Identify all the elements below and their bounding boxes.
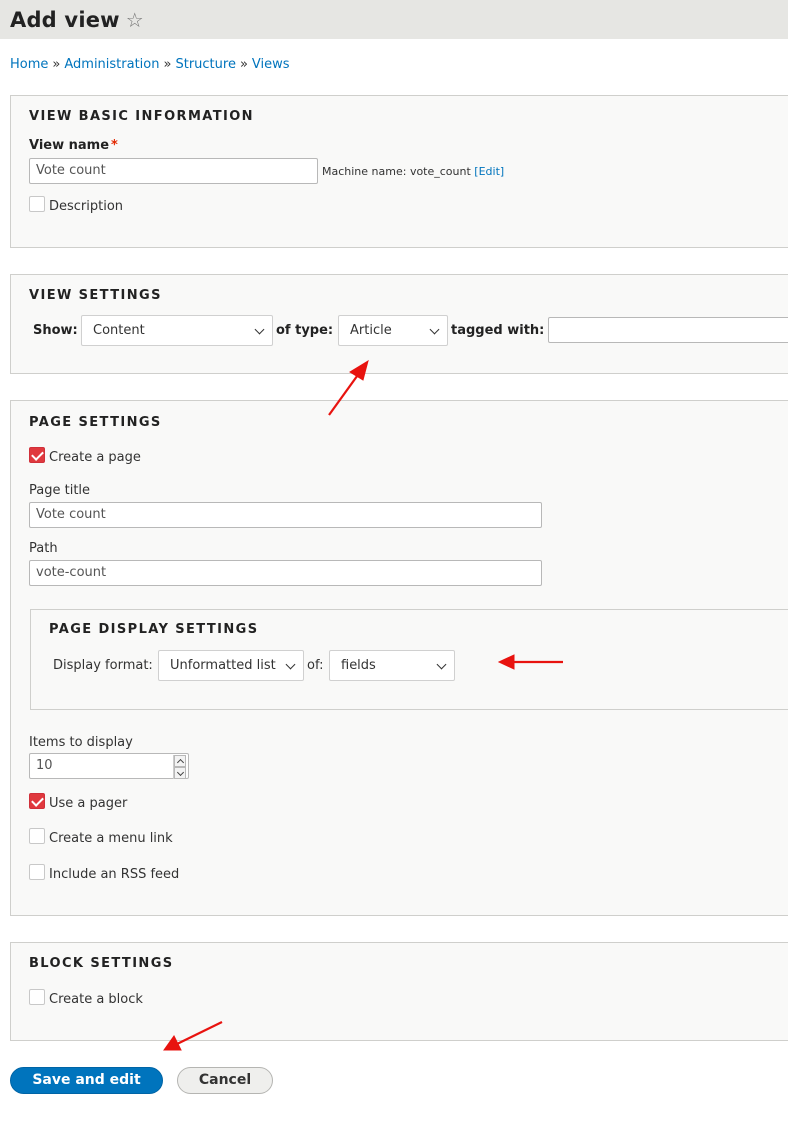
display-format-select[interactable]: Unformatted list [158, 650, 304, 681]
use-pager-label: Use a pager [49, 796, 128, 811]
required-marker: * [111, 138, 118, 153]
display-format-label: Display format: [53, 658, 153, 673]
stepper-down-icon[interactable] [174, 767, 186, 779]
breadcrumb-home[interactable]: Home [10, 57, 48, 72]
create-menu-link-checkbox[interactable] [29, 828, 45, 844]
create-page-checkbox[interactable] [29, 447, 45, 463]
description-label: Description [49, 199, 124, 214]
machine-name-edit-link[interactable]: [Edit] [474, 165, 504, 178]
create-menu-link-label: Create a menu link [49, 831, 173, 846]
fieldset-legend: VIEW BASIC INFORMATION [29, 109, 254, 124]
chevron-down-icon [285, 659, 296, 670]
tagged-with-input[interactable] [548, 317, 788, 343]
title-bar: Add view ☆ [0, 0, 788, 39]
show-select[interactable]: Content [81, 315, 273, 346]
use-pager-checkbox[interactable] [29, 793, 45, 809]
show-label: Show: [33, 323, 78, 338]
page-settings-fieldset: PAGE SETTINGS Create a page Page title V… [10, 400, 788, 916]
fieldset-legend: PAGE SETTINGS [29, 415, 162, 430]
number-stepper[interactable] [173, 755, 186, 779]
page-display-settings-fieldset: PAGE DISPLAY SETTINGS Display format: Un… [30, 609, 788, 710]
tagged-with-label: tagged with: [451, 323, 545, 338]
type-label: of type: [276, 323, 334, 338]
include-rss-checkbox[interactable] [29, 864, 45, 880]
items-to-display-input[interactable]: 10 [29, 753, 189, 779]
breadcrumb-views[interactable]: Views [252, 57, 290, 72]
create-block-checkbox[interactable] [29, 989, 45, 1005]
stepper-up-icon[interactable] [174, 755, 186, 767]
chevron-down-icon [429, 324, 440, 335]
view-settings-fieldset: VIEW SETTINGS Show: Content of type: Art… [10, 274, 788, 374]
create-page-label: Create a page [49, 450, 141, 465]
save-and-edit-button[interactable]: Save and edit [10, 1067, 163, 1094]
include-rss-label: Include an RSS feed [49, 867, 180, 882]
fieldset-legend: VIEW SETTINGS [29, 288, 162, 303]
page-title-label: Page title [29, 483, 91, 498]
page-title: Add view [10, 7, 120, 32]
block-settings-fieldset: BLOCK SETTINGS Create a block [10, 942, 788, 1041]
breadcrumb-administration[interactable]: Administration [64, 57, 159, 72]
path-label: Path [29, 541, 58, 556]
view-basic-information-fieldset: VIEW BASIC INFORMATION View name * Vote c… [10, 95, 788, 248]
description-checkbox[interactable] [29, 196, 45, 212]
display-of-label: of: [307, 658, 324, 673]
fieldset-legend: BLOCK SETTINGS [29, 956, 174, 971]
page-title-input[interactable]: Vote count [29, 502, 542, 528]
breadcrumb-structure[interactable]: Structure [175, 57, 235, 72]
star-icon[interactable]: ☆ [126, 10, 144, 30]
chevron-down-icon [436, 659, 447, 670]
create-block-label: Create a block [49, 992, 143, 1007]
items-to-display-label: Items to display [29, 735, 133, 750]
path-input[interactable]: vote-count [29, 560, 542, 586]
type-select[interactable]: Article [338, 315, 448, 346]
view-name-input[interactable]: Vote count [29, 158, 318, 184]
breadcrumb: Home» Administration» Structure» Views [10, 57, 290, 72]
chevron-down-icon [254, 324, 265, 335]
fieldset-legend: PAGE DISPLAY SETTINGS [49, 622, 259, 637]
view-name-label: View name * [29, 138, 118, 153]
machine-name-text: Machine name: vote_count [Edit] [322, 165, 505, 178]
display-of-select[interactable]: fields [329, 650, 455, 681]
cancel-button[interactable]: Cancel [177, 1067, 273, 1094]
